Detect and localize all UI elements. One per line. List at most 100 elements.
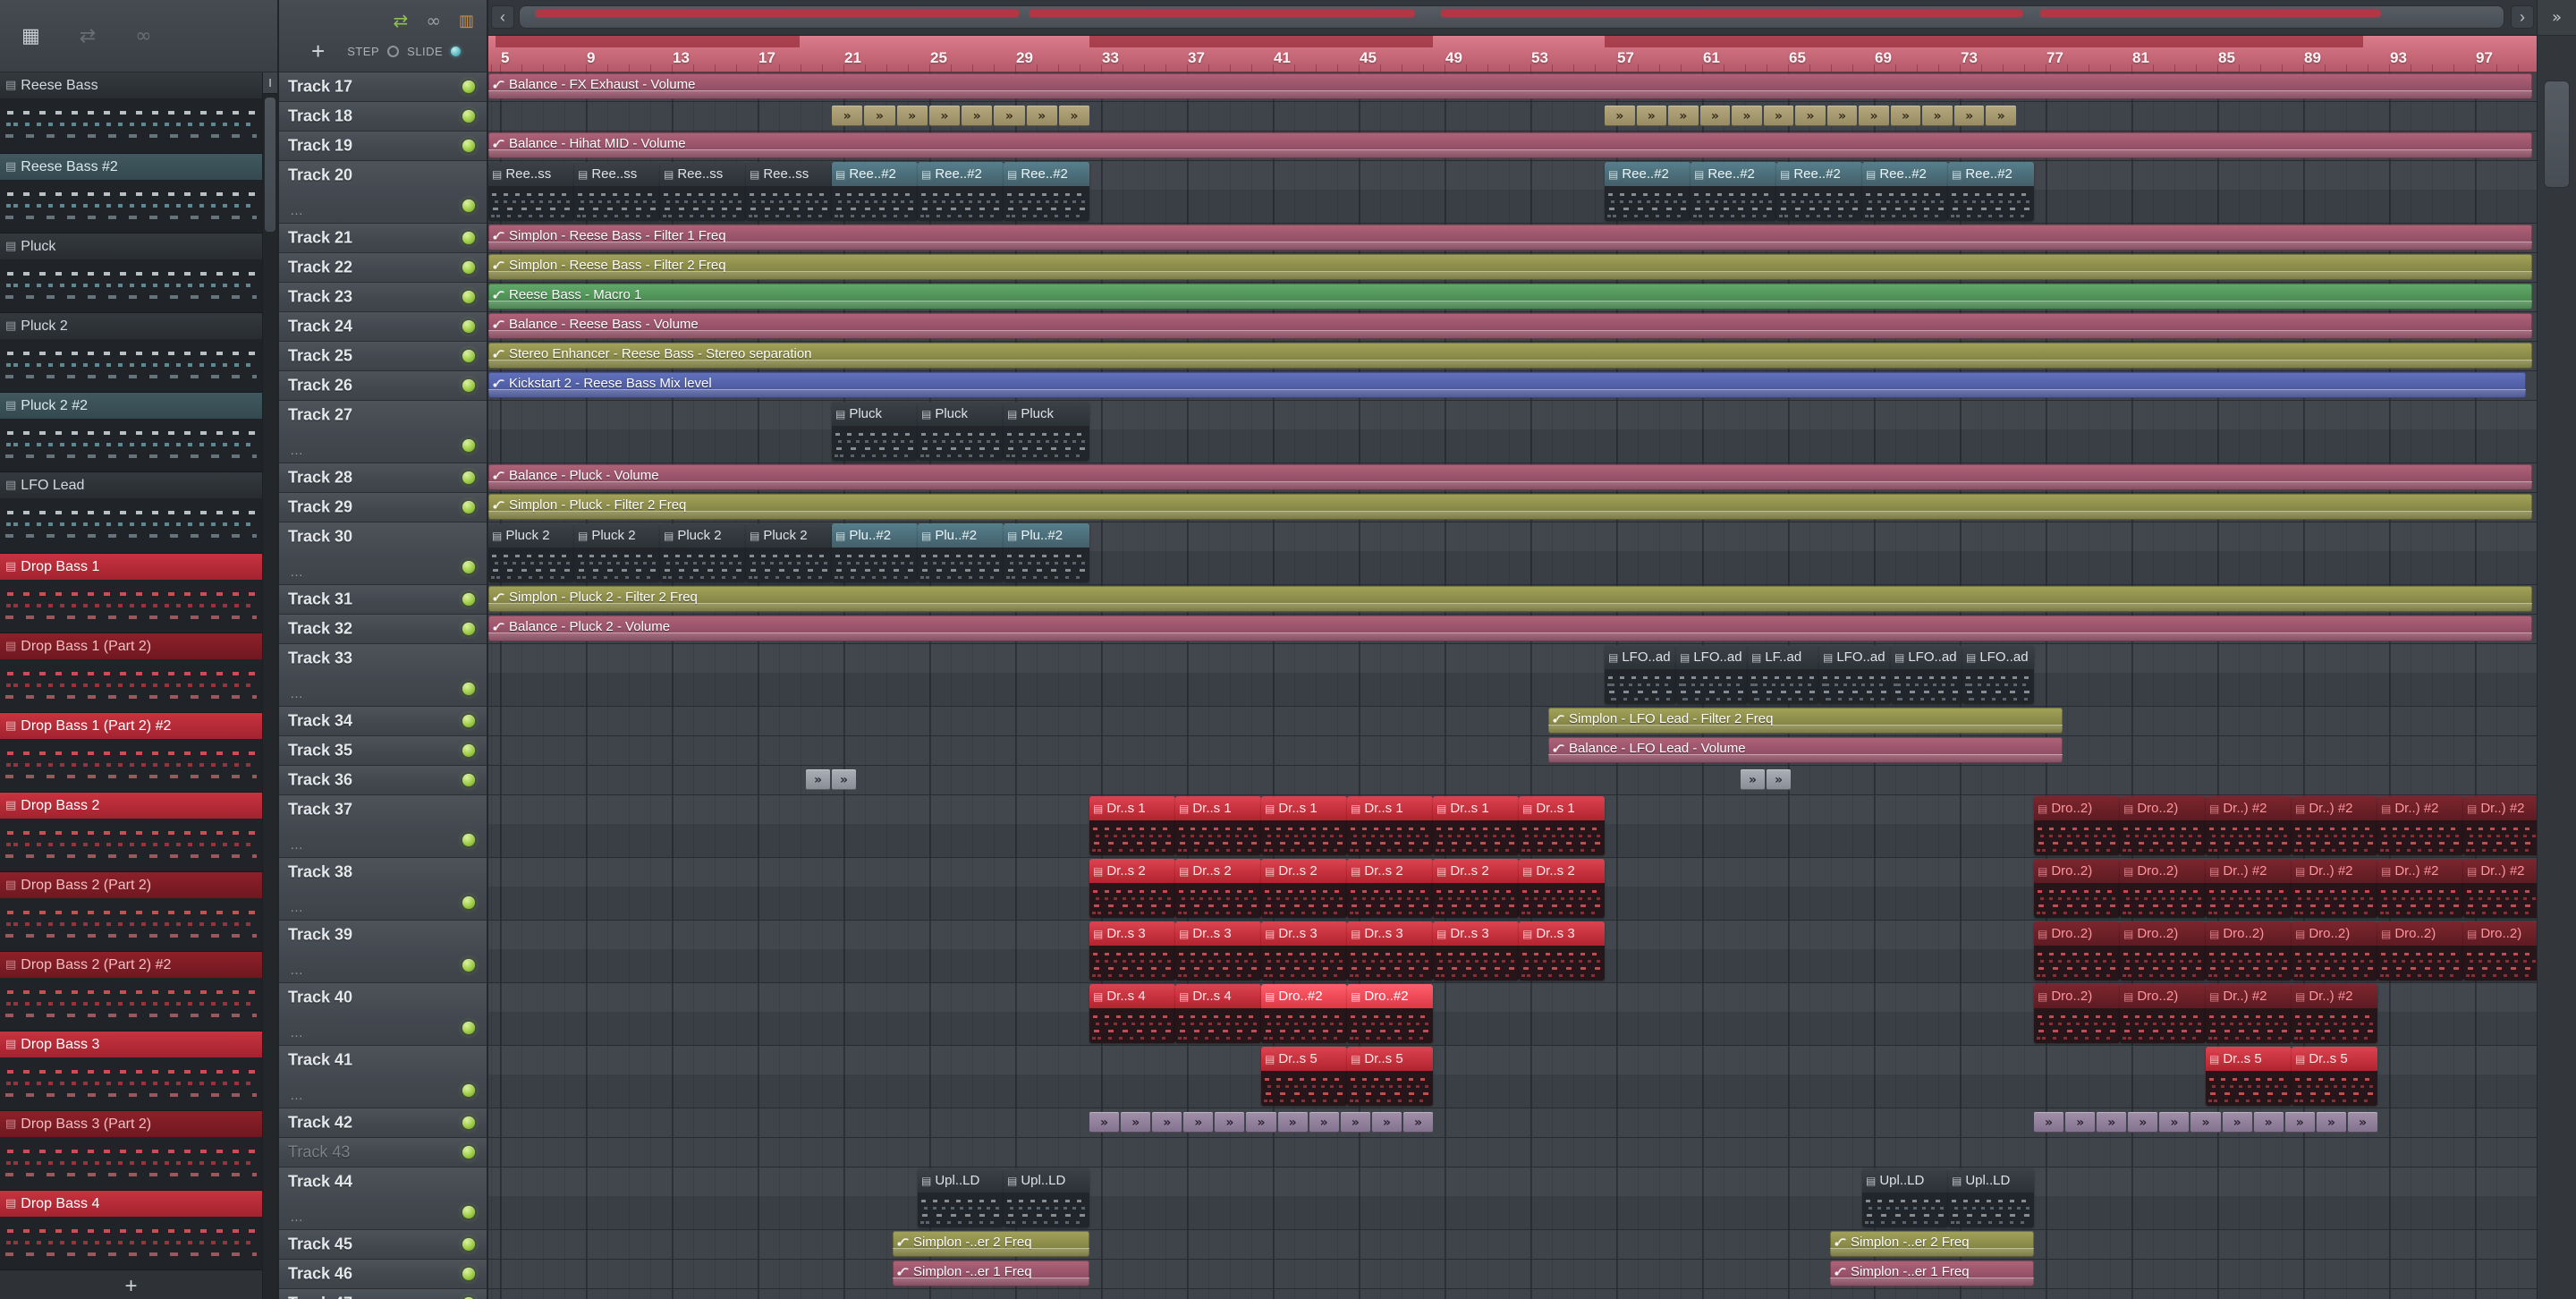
automation-clip[interactable]: Balance - FX Exhaust - Volume <box>488 73 2532 99</box>
arrow-clip[interactable]: » <box>962 106 993 126</box>
track-lane[interactable]: ▤ Dr..s 5 ▤ Dr..s 5 ▤ Dr..s 5 ▤ Dr..s 5 <box>488 1046 2537 1108</box>
pattern-clip[interactable]: ▤ Dr..) #2 <box>2377 859 2463 918</box>
arrow-clip[interactable]: » <box>2034 1112 2064 1133</box>
track-mute-led[interactable] <box>462 1146 475 1159</box>
arrow-clip[interactable]: » <box>2159 1112 2190 1133</box>
automation-clip[interactable]: Simplon - Reese Bass - Filter 2 Freq <box>488 254 2532 280</box>
pattern-clip[interactable]: ▤ Dr..) #2 <box>2292 859 2377 918</box>
arrow-clip[interactable]: » <box>2316 1112 2346 1133</box>
pattern-item[interactable]: ▤ Drop Bass 1 (Part 2) <box>0 633 262 713</box>
track-mute-led[interactable] <box>462 1022 475 1034</box>
arrow-clip[interactable]: » <box>1026 106 1057 126</box>
pattern-clip[interactable]: ▤ Upl..LD <box>1862 1168 1948 1227</box>
automation-clip[interactable]: Reese Bass - Macro 1 <box>488 284 2532 310</box>
arrow-clip[interactable]: » <box>2190 1112 2221 1133</box>
track-mute-led[interactable] <box>462 715 475 727</box>
marker-clip-group[interactable]: »»»»»»»»»»» <box>2034 1112 2378 1133</box>
track-mute-led[interactable] <box>462 379 475 392</box>
pattern-item-header[interactable]: ▤ Drop Bass 2 (Part 2) #2 <box>0 952 262 978</box>
pattern-clip[interactable]: ▤ Dr..s 5 <box>1347 1047 1433 1106</box>
pattern-item-header[interactable]: ▤ LFO Lead <box>0 472 262 498</box>
step-toggle[interactable] <box>387 45 400 57</box>
pattern-clip[interactable]: ▤ Pluck 2 <box>488 523 574 582</box>
track-mute-led[interactable] <box>462 471 475 484</box>
arrow-clip[interactable]: » <box>2065 1112 2096 1133</box>
track-header[interactable]: Track 33… <box>279 644 487 707</box>
marker-clip-group[interactable]: »»»»»»»»»»» <box>1089 1112 1434 1133</box>
track-lane[interactable]: Kickstart 2 - Reese Bass Mix level <box>488 371 2537 401</box>
track-header[interactable]: Track 45 <box>279 1230 487 1260</box>
track-header[interactable]: Track 26 <box>279 371 487 401</box>
pattern-clip[interactable]: ▤ Pluck <box>832 402 918 461</box>
pattern-item[interactable]: ▤ Drop Bass 3 (Part 2) <box>0 1111 262 1191</box>
arrow-clip[interactable]: » <box>2284 1112 2315 1133</box>
pattern-clip[interactable]: ▤ Dro..2) <box>2206 921 2292 981</box>
track-header[interactable]: Track 46 <box>279 1260 487 1289</box>
track-mute-led[interactable] <box>462 683 475 695</box>
pattern-clip[interactable]: ▤ Dr..s 2 <box>1519 859 1605 918</box>
pattern-clip[interactable]: ▤ Ree..ss <box>488 162 574 221</box>
track-header[interactable]: Track 21 <box>279 224 487 253</box>
track-header[interactable]: Track 37… <box>279 795 487 858</box>
pattern-clip[interactable]: ▤ Dr..s 1 <box>1347 796 1433 855</box>
track-lane[interactable]: Simplon - Pluck 2 - Filter 2 Freq <box>488 585 2537 615</box>
pattern-clip[interactable]: ▤ Upl..LD <box>1948 1168 2034 1227</box>
pattern-clip[interactable]: ▤ Dr..s 1 <box>1089 796 1175 855</box>
automation-clip[interactable]: Balance - Hihat MID - Volume <box>488 132 2532 158</box>
pattern-clip[interactable]: ▤ Dr..) #2 <box>2206 796 2292 855</box>
pattern-clip[interactable]: ▤ Dr..s 2 <box>1175 859 1261 918</box>
pattern-clip[interactable]: ▤ Ree..#2 <box>918 162 1004 221</box>
pattern-clip[interactable]: ▤ Dro..2) <box>2034 984 2120 1043</box>
pattern-clip[interactable]: ▤ Dro..2) <box>2463 921 2537 981</box>
track-mute-led[interactable] <box>462 200 475 212</box>
automation-clip[interactable]: Simplon -..er 2 Freq <box>893 1231 1089 1257</box>
pattern-clip[interactable]: ▤ Plu..#2 <box>832 523 918 582</box>
pattern-clip[interactable]: ▤ Dr..s 1 <box>1433 796 1519 855</box>
pattern-clip[interactable]: ▤ Dro..2) <box>2034 859 2120 918</box>
arrow-clip[interactable]: » <box>1371 1112 1402 1133</box>
pattern-clip[interactable]: ▤ Dr..) #2 <box>2206 984 2292 1043</box>
track-mute-led[interactable] <box>462 623 475 635</box>
pattern-clip[interactable]: ▤ Dr..) #2 <box>2292 984 2377 1043</box>
pattern-clip[interactable]: ▤ Dr..s 3 <box>1261 921 1347 981</box>
marker-clip-group[interactable]: »»»»»»»» <box>832 106 1089 126</box>
pattern-item[interactable]: ▤ Drop Bass 3 <box>0 1032 262 1111</box>
automation-clip[interactable]: Simplon -..er 2 Freq <box>1830 1231 2034 1257</box>
pattern-clip[interactable]: ▤ Dr..) #2 <box>2463 796 2537 855</box>
arrow-clip[interactable]: » <box>864 106 895 126</box>
track-mute-led[interactable] <box>462 593 475 606</box>
automation-clip[interactable]: Simplon -..er 1 Freq <box>1830 1261 2034 1286</box>
arrow-clip[interactable]: » <box>1859 106 1889 126</box>
scroll-options-button[interactable]: » <box>2538 0 2576 36</box>
track-lane[interactable]: Balance - Reese Bass - Volume <box>488 312 2537 342</box>
pattern-clip[interactable]: ▤ LFO..ad <box>1819 645 1891 704</box>
track-mute-led[interactable] <box>462 959 475 972</box>
track-lane[interactable]: ▤ Dr..s 1 ▤ Dr..s 1 ▤ Dr..s 1 ▤ Dr..s 1 ▤ Dr..s 1… <box>488 795 2537 858</box>
pattern-item[interactable]: ▤ Pluck <box>0 233 262 313</box>
track-lane[interactable]: Simplon - Pluck - Filter 2 Freq <box>488 493 2537 522</box>
track-lane[interactable]: ▤ Pluck 2 ▤ Pluck 2 ▤ Pluck 2 ▤ Pluck 2 ▤ Plu..#2… <box>488 522 2537 585</box>
pattern-clip[interactable]: ▤ Dro..2) <box>2292 921 2377 981</box>
pattern-item[interactable]: ▤ Drop Bass 4 <box>0 1191 262 1270</box>
arrow-clip[interactable]: » <box>1767 769 1791 790</box>
arrow-clip[interactable]: » <box>1826 106 1858 126</box>
pattern-clip[interactable]: ▤ Ree..ss <box>660 162 746 221</box>
pattern-clip[interactable]: ▤ Ree..#2 <box>1776 162 1862 221</box>
track-header[interactable]: Track 32 <box>279 615 487 644</box>
pattern-clip[interactable]: ▤ Upl..LD <box>918 1168 1004 1227</box>
arrow-clip[interactable]: » <box>1089 1112 1120 1133</box>
pattern-clip[interactable]: ▤ Dr..s 2 <box>1089 859 1175 918</box>
track-header[interactable]: Track 30… <box>279 522 487 585</box>
track-header[interactable]: Track 20… <box>279 161 487 224</box>
pattern-clip[interactable]: ▤ Ree..#2 <box>1690 162 1776 221</box>
pattern-item[interactable]: ▤ LFO Lead <box>0 472 262 554</box>
link-icon[interactable]: ∞ <box>135 25 151 47</box>
picker-add-button[interactable]: + <box>0 1274 262 1299</box>
track-lane[interactable]: ▤ Upl..LD ▤ Upl..LD ▤ Upl..LD ▤ Upl..LD <box>488 1167 2537 1230</box>
track-lane[interactable]: Simplon - Reese Bass - Filter 2 Freq <box>488 253 2537 283</box>
pattern-clip[interactable]: ▤ Ree..ss <box>746 162 832 221</box>
pattern-item-header[interactable]: ▤ Drop Bass 3 (Part 2) <box>0 1111 262 1137</box>
pattern-clip[interactable]: ▤ Dr..s 5 <box>1261 1047 1347 1106</box>
track-header[interactable]: Track 35 <box>279 736 487 766</box>
track-lane[interactable]: »»»»»»»»»»»»»»»»»»»»»» <box>488 1108 2537 1138</box>
